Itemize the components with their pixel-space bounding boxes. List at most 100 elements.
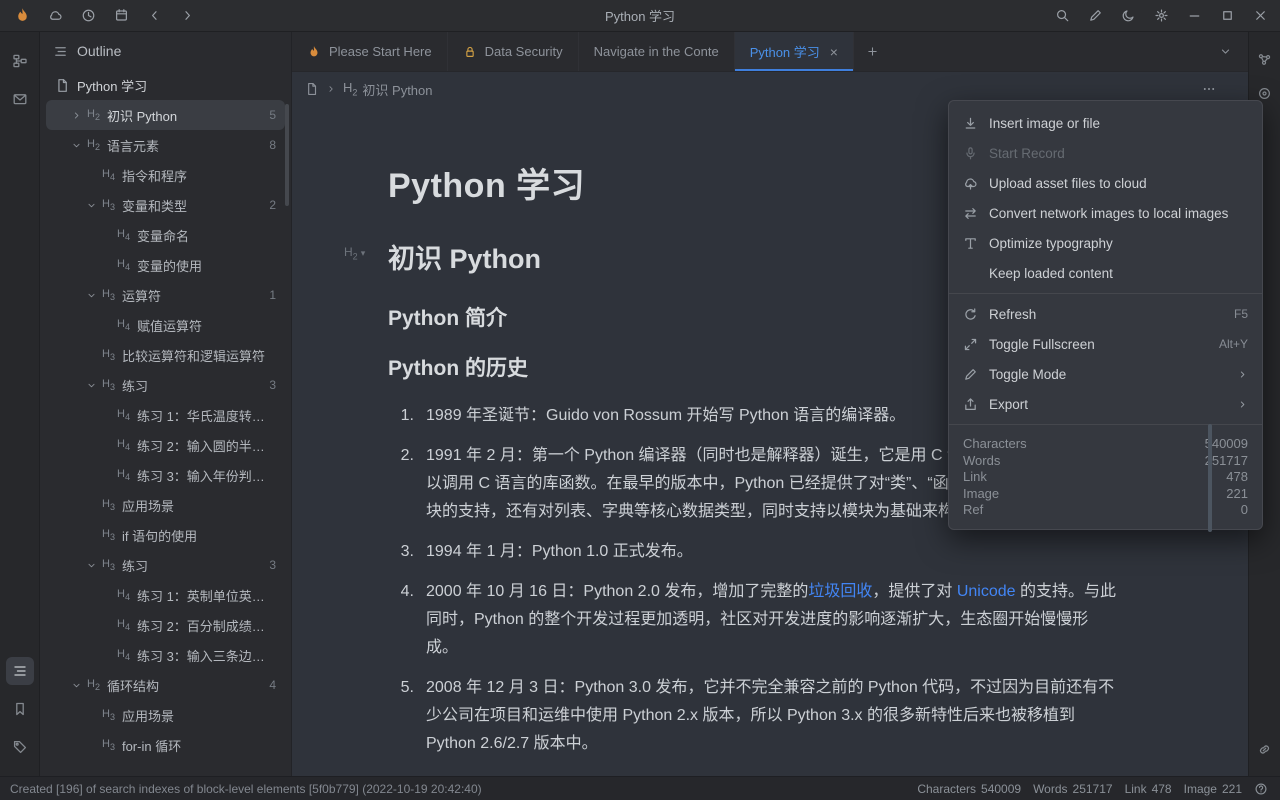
menu-item[interactable]: Insert image or file [949,108,1262,138]
heading-level-tag: H3 [102,378,115,392]
outline-item[interactable]: H4变量命名 [46,220,285,250]
menu-item[interactable]: Toggle FullscreenAlt+Y [949,329,1262,359]
menu-item[interactable]: Keep loaded content [949,258,1262,288]
outline-item[interactable]: H2初识 Python5 [46,100,285,130]
document-menu: Insert image or file Start Record Upload a… [948,100,1263,530]
outline-item[interactable]: H4练习 1：英制单位英… [46,580,285,610]
history-button[interactable] [74,4,102,28]
heading-fold-gutter[interactable]: H2 ▾ [344,245,365,261]
outline-panel: Outline Python 学习H2初识 Python5H2语言元素8H4指令… [40,32,292,776]
settings-button[interactable] [1147,4,1175,28]
menu-item[interactable]: Toggle Mode [949,359,1262,389]
bookmark-button[interactable] [6,695,34,723]
tab-menu-button[interactable] [1208,32,1242,71]
menu-item-label: Start Record [989,146,1248,161]
tab-close-button[interactable]: × [830,45,838,59]
outline-button[interactable] [6,657,34,685]
fold-arrow-icon: ▾ [361,248,366,259]
tab-item[interactable]: Please Start Here [292,32,448,71]
outline-item[interactable]: H2语言元素8 [46,130,285,160]
menu-item[interactable]: Export [949,389,1262,419]
menu-item[interactable]: RefreshF5 [949,299,1262,329]
help-button[interactable] [1252,780,1270,798]
tab-item[interactable]: Navigate in the Conte [579,32,735,71]
outline-item[interactable]: H3运算符1 [46,280,285,310]
list-item[interactable]: 4.2000 年 10 月 16 日：Python 2.0 发布，增加了完整的垃… [388,578,1116,662]
outline-item[interactable]: H4练习 2：输入圆的半… [46,430,285,460]
maximize-button[interactable] [1213,4,1241,28]
menu-item[interactable]: Convert network images to local images [949,198,1262,228]
outline-item[interactable]: H3比较运算符和逻辑运算符 [46,340,285,370]
titlebar-right-buttons [1042,4,1280,28]
menu-item[interactable]: Optimize typography [949,228,1262,258]
heading-level-tag: H4 [117,648,130,662]
tag-button[interactable] [6,733,34,761]
outline-item[interactable]: H4练习 3：输入年份判… [46,460,285,490]
calendar-icon [114,8,129,23]
close-button[interactable] [1246,4,1274,28]
outline-item[interactable]: H4赋值运算符 [46,310,285,340]
sync-button[interactable] [41,4,69,28]
outline-item[interactable]: H4变量的使用 [46,250,285,280]
new-tab-button[interactable] [854,32,892,71]
heading-level-tag: H4 [117,228,130,242]
scrollbar-thumb[interactable] [285,104,289,206]
daily-note-button[interactable] [107,4,135,28]
forward-button[interactable] [173,4,201,28]
menu-stat-row: Link478 [963,469,1248,486]
outline-item-label: 初识 Python [107,106,177,125]
outline-icon [12,663,28,679]
edit-mode-button[interactable] [1081,4,1109,28]
chevron-right-icon[interactable] [67,106,85,124]
outline-item[interactable]: H3应用场景 [46,700,285,730]
pencil-icon [963,367,978,382]
outline-item[interactable]: Python 学习 [46,70,285,100]
outline-item[interactable]: H4练习 2：百分制成绩… [46,610,285,640]
search-button[interactable] [1048,4,1076,28]
toggle-spacer [97,466,115,484]
paragraph[interactable]: 目前我们使用的 Python 3.7.x 的版本是在 2018 年发布的，Pyt… [388,772,1116,776]
chevron-down-icon[interactable] [67,136,85,154]
chevron-down-icon[interactable] [82,196,100,214]
menu-item[interactable]: Upload asset files to cloud [949,168,1262,198]
tab-item[interactable]: Data Security [448,32,579,71]
outline-item[interactable]: H4练习 1：华氏温度转… [46,400,285,430]
list-item[interactable]: 3.1994 年 1 月：Python 1.0 正式发布。 [388,538,1116,566]
minimize-button[interactable] [1180,4,1208,28]
backlink-button[interactable] [1252,736,1278,762]
outline-item[interactable]: H3变量和类型2 [46,190,285,220]
breadcrumb-item[interactable]: H2 初识 Python [343,80,433,99]
list-item[interactable]: 5.2008 年 12 月 3 日：Python 3.0 发布，它并不完全兼容之… [388,674,1116,758]
chevron-down-icon[interactable] [82,556,100,574]
heading-level-tag: H3 [102,348,115,362]
inline-link[interactable]: 垃圾回收 [808,583,872,600]
menu-stats: Characters540009Words251717Link478Image2… [949,430,1262,522]
outline-item[interactable]: H3for-in 循环 [46,730,285,760]
outline-item[interactable]: H4指令和程序 [46,160,285,190]
outline-item[interactable]: H2循环结构4 [46,670,285,700]
outline-item[interactable]: H3if 语句的使用 [46,520,285,550]
breadcrumb-label: 初识 Python [362,80,432,99]
outline-item[interactable]: H3练习3 [46,370,285,400]
inbox-button[interactable] [6,85,34,113]
outline-item-label: 练习 2：输入圆的半… [137,436,265,455]
back-button[interactable] [140,4,168,28]
inline-link[interactable]: Unicode [957,583,1016,600]
menu-item-label: Toggle Mode [989,367,1226,382]
menu-scrollbar-thumb[interactable] [1208,424,1212,532]
chevron-down-icon[interactable] [82,376,100,394]
graph-button[interactable] [1252,46,1278,72]
chevron-down-icon[interactable] [82,286,100,304]
notebook-button[interactable] [6,47,34,75]
heading-h2[interactable]: 初识 Python [388,244,541,274]
outline-item[interactable]: H3练习3 [46,550,285,580]
theme-button[interactable] [1114,4,1142,28]
heading-level-tag: H3 [102,198,115,212]
workspace-button[interactable] [8,4,36,28]
outline-item[interactable]: H4练习 3：输入三条边… [46,640,285,670]
chevron-down-icon[interactable] [67,676,85,694]
doc-more-button[interactable] [1195,78,1223,100]
outline-item[interactable]: H3应用场景 [46,490,285,520]
tab-item[interactable]: Python 学习× [735,32,854,71]
text-run: 1994 年 1 月：Python 1.0 正式发布。 [426,543,693,560]
